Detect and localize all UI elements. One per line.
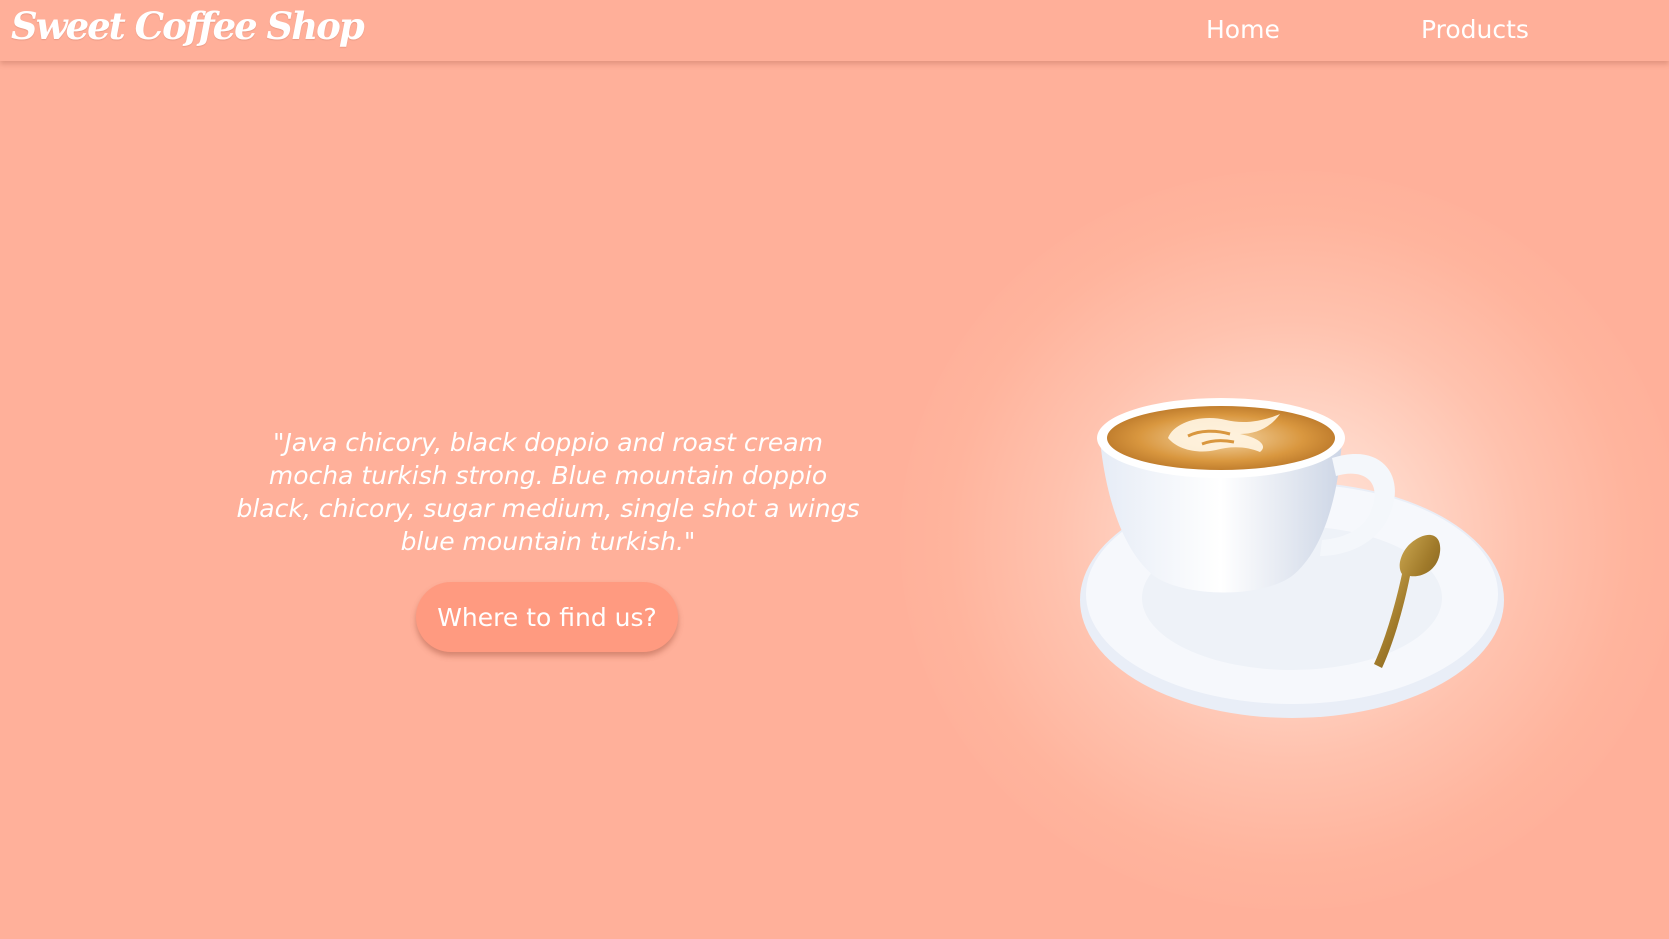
logo[interactable]: Sweet Coffee Shop bbox=[11, 4, 365, 48]
coffee-cup-icon bbox=[1080, 398, 1504, 718]
nav-home-link[interactable]: Home bbox=[1206, 15, 1280, 44]
where-to-find-us-button[interactable]: Where to find us? bbox=[416, 582, 678, 652]
navbar: Sweet Coffee Shop Home Products bbox=[0, 0, 1669, 61]
hero-quote: "Java chicory, black doppio and roast cr… bbox=[236, 428, 860, 556]
nav-products-link[interactable]: Products bbox=[1421, 15, 1529, 44]
